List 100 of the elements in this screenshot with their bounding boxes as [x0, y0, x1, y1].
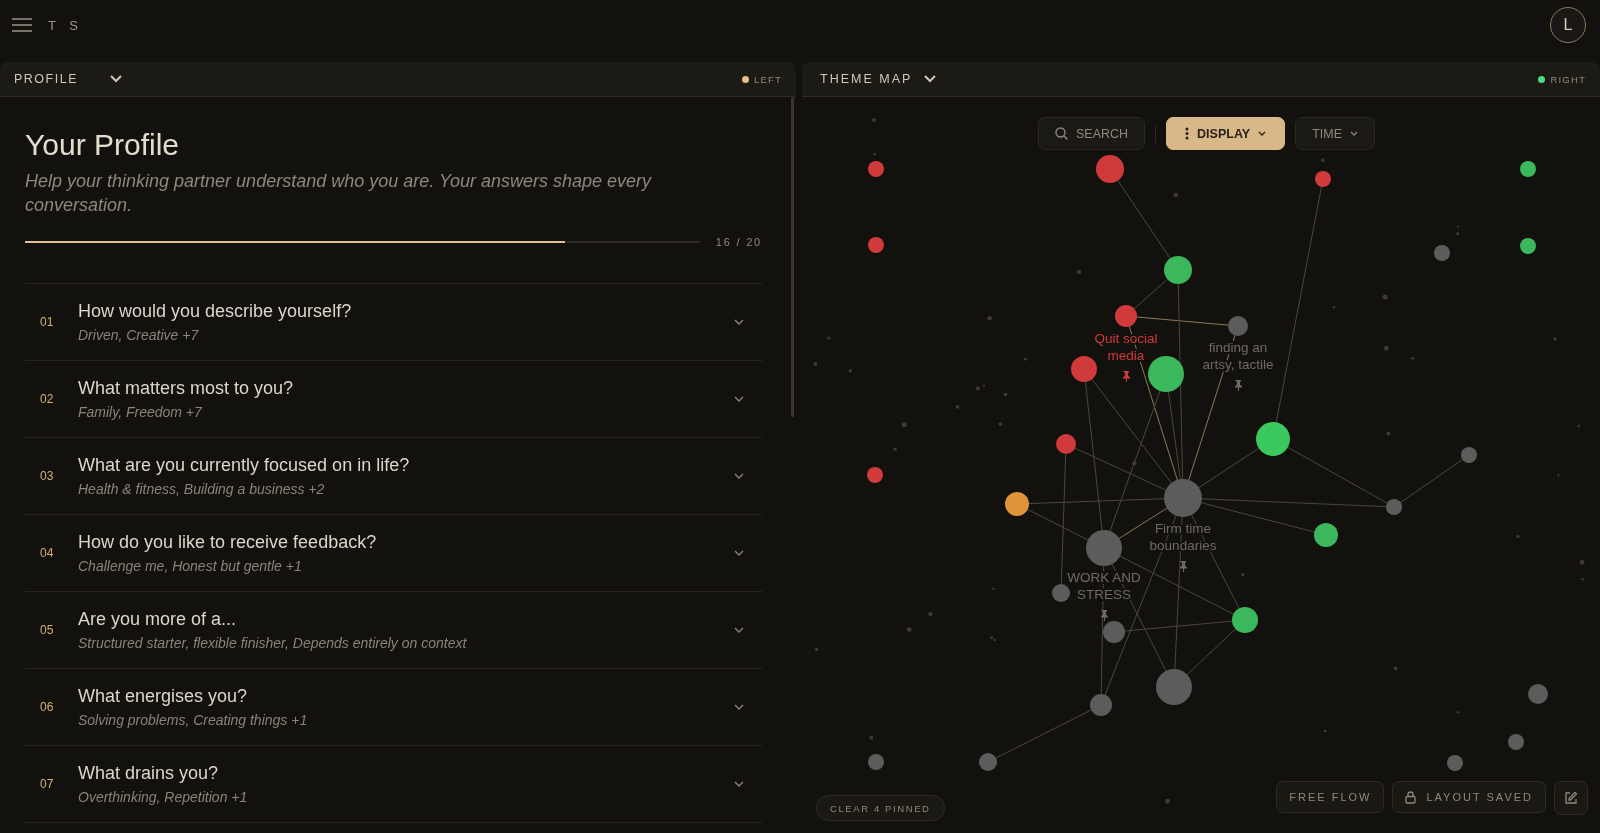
graph-node[interactable]: [1156, 669, 1192, 705]
star-dot: [998, 422, 1003, 426]
answer-summary: Health & fitness, Building a business +2: [78, 481, 326, 497]
chevron-icon[interactable]: [734, 473, 744, 479]
progress-count: 16 / 20: [715, 236, 762, 248]
star-dot: [813, 362, 818, 366]
pin-icon[interactable]: [1235, 380, 1242, 391]
menu-icon[interactable]: [12, 18, 32, 32]
star-dot: [1076, 269, 1082, 275]
graph-node[interactable]: [1164, 479, 1202, 517]
edit-button[interactable]: [1554, 781, 1588, 815]
pin-icon[interactable]: [1101, 610, 1108, 621]
question-number: 06: [39, 700, 55, 714]
graph-node[interactable]: [867, 467, 883, 483]
chevron-icon[interactable]: [734, 627, 744, 633]
graph-node[interactable]: [868, 754, 884, 770]
question-row[interactable]: 01 How would you describe yourself? Driven, Creative +7: [25, 284, 762, 361]
question-row[interactable]: 04 How do you like to receive feedback? Challenge me, Honest but gentle +1: [25, 515, 762, 592]
question-row[interactable]: 02 What matters most to you? Family, Freedom +7: [25, 361, 762, 438]
chevron-icon[interactable]: [110, 75, 122, 83]
question-row[interactable]: 05 Are you more of a... Structured starter, flexible finisher, Depends entirely on context: [25, 592, 762, 669]
graph-node[interactable]: [1228, 316, 1248, 336]
graph-node[interactable]: [1314, 523, 1338, 547]
graph-node[interactable]: [1232, 607, 1258, 633]
graph-node[interactable]: [1052, 584, 1070, 602]
answer-summary: Challenge me, Honest but gentle +1: [78, 558, 303, 574]
dropdown-button[interactable]: TIME: [1295, 117, 1375, 150]
graph-node[interactable]: [1005, 492, 1029, 516]
star-dot: [992, 587, 995, 591]
graph-node[interactable]: [1164, 256, 1192, 284]
search-button[interactable]: SEARCH: [1038, 117, 1146, 150]
layout-saved-button[interactable]: LAYOUT SAVED: [1392, 781, 1546, 813]
graph-node[interactable]: [1115, 305, 1137, 327]
chevron-icon[interactable]: [734, 319, 744, 325]
question-text: What drains you?: [78, 763, 220, 784]
question-text: What matters most to you?: [78, 378, 295, 399]
question-row[interactable]: 06 What energises you? Solving problems, Creating things +1: [25, 669, 762, 746]
star-dot: [1321, 158, 1325, 162]
question-number: 05: [39, 623, 55, 637]
graph-node[interactable]: [1520, 161, 1536, 177]
brand-name: T S: [48, 17, 83, 33]
star-dot: [1456, 231, 1460, 235]
graph-node[interactable]: [1103, 621, 1125, 643]
star-dot: [869, 735, 874, 740]
star-dot: [1173, 192, 1179, 198]
pin-icon[interactable]: [1180, 561, 1187, 572]
avatar[interactable]: L: [1550, 7, 1586, 43]
chevron-icon[interactable]: [734, 704, 744, 710]
star-dot: [1581, 578, 1584, 581]
answer-summary: Structured starter, flexible finisher, Depends entirely on context: [78, 635, 468, 651]
star-dot: [1553, 337, 1557, 341]
star-dot: [814, 647, 819, 652]
graph-node[interactable]: [868, 237, 884, 253]
graph-node[interactable]: [979, 753, 997, 771]
star-dot: [983, 384, 986, 387]
chevron-icon[interactable]: [734, 396, 744, 402]
star-dot: [1332, 305, 1336, 309]
answer-summary: Driven, Creative +7: [78, 327, 200, 343]
pin-icon[interactable]: [1123, 371, 1130, 382]
star-dot: [1456, 225, 1459, 228]
question-text: What are you currently focused on in life?: [78, 455, 411, 476]
question-number: 01: [39, 315, 55, 329]
menu-button[interactable]: DISPLAY: [1166, 117, 1286, 150]
graph-node[interactable]: [1071, 356, 1097, 382]
graph-node[interactable]: [868, 161, 884, 177]
panel-title[interactable]: THEME MAP: [820, 72, 913, 86]
star-dot: [873, 152, 876, 156]
graph-node[interactable]: [1508, 734, 1524, 750]
graph-node[interactable]: [1386, 499, 1402, 515]
star-dot: [1132, 461, 1137, 466]
graph-node[interactable]: [1096, 155, 1124, 183]
graph-node[interactable]: [1461, 447, 1477, 463]
clear-pinned-button[interactable]: CLEAR 4 PINNED: [816, 795, 945, 821]
panel-title[interactable]: PROFILE: [14, 72, 110, 86]
star-dot: [893, 447, 897, 451]
graph-node[interactable]: [1528, 684, 1548, 704]
graph-node[interactable]: [1315, 171, 1331, 187]
graph-node[interactable]: [1090, 694, 1112, 716]
chevron-icon[interactable]: [734, 781, 744, 787]
question-row[interactable]: 07 What drains you? Overthinking, Repetition +1: [25, 746, 762, 823]
star-dot: [901, 422, 907, 428]
question-number: 02: [39, 392, 55, 406]
free-flow-button[interactable]: FREE FLOW: [1276, 781, 1385, 813]
graph-node[interactable]: [1148, 356, 1184, 392]
graph-node[interactable]: [1447, 755, 1463, 771]
question-row[interactable]: 03 What are you currently focused on in life? Health & fitness, Building a business +2: [25, 438, 762, 515]
graph-node[interactable]: [1056, 434, 1076, 454]
chevron-icon[interactable]: [734, 550, 744, 556]
lock-icon: [1405, 790, 1417, 804]
star-dot: [1393, 666, 1398, 671]
question-text: How do you like to receive feedback?: [78, 532, 378, 553]
scrollbar[interactable]: [791, 97, 794, 417]
graph-node[interactable]: [1520, 238, 1536, 254]
question-text: Are you more of a...: [78, 609, 238, 630]
question-text: How would you describe yourself?: [78, 301, 353, 322]
graph-node[interactable]: [1256, 422, 1290, 456]
graph-node[interactable]: [1434, 245, 1450, 261]
star-dot: [906, 627, 912, 632]
graph-node[interactable]: [1086, 530, 1122, 566]
chevron-icon[interactable]: [924, 75, 937, 83]
